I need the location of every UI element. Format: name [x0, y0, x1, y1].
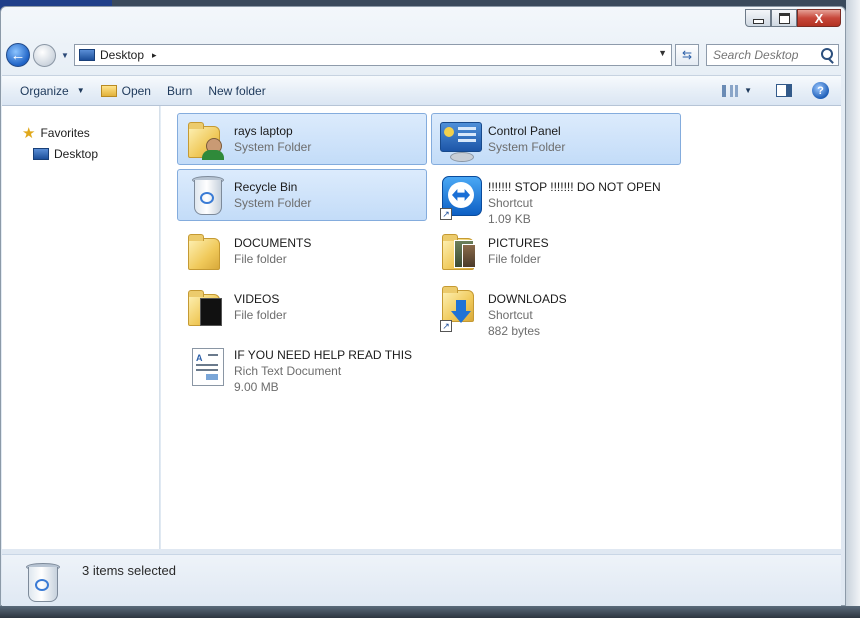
- file-list: rays laptop System Folder Control Panel …: [161, 106, 841, 549]
- item-type: Rich Text Document: [234, 364, 342, 378]
- nav-item-desktop[interactable]: Desktop: [33, 147, 98, 161]
- item-type: File folder: [488, 252, 541, 266]
- burn-label: Burn: [166, 83, 193, 98]
- pictures-folder-icon: [438, 230, 480, 274]
- teamviewer-shortcut-icon: ↗: [438, 174, 482, 220]
- help-icon[interactable]: ?: [812, 82, 829, 99]
- refresh-button[interactable]: ⇆: [675, 44, 699, 66]
- address-bar[interactable]: Desktop ▸ ▼: [74, 44, 672, 66]
- item-name: rays laptop: [234, 124, 293, 138]
- refresh-icon: ⇆: [681, 48, 693, 62]
- address-location[interactable]: Desktop: [100, 48, 144, 62]
- item-name: !!!!!!! STOP !!!!!!! DO NOT OPEN: [488, 180, 661, 194]
- nav-item-favorites[interactable]: ★ Favorites: [22, 124, 90, 142]
- views-chevron-down-icon[interactable]: ▼: [744, 86, 752, 95]
- item-type: Shortcut: [488, 196, 533, 210]
- item-name: Control Panel: [488, 124, 561, 138]
- breadcrumb-chevron-icon[interactable]: ▸: [152, 50, 157, 61]
- new-folder-button[interactable]: New folder: [200, 76, 273, 105]
- item-name: IF YOU NEED HELP READ THIS: [234, 348, 413, 362]
- new-folder-label: New folder: [208, 83, 266, 98]
- desktop-location-icon: [79, 49, 95, 61]
- item-type: File folder: [234, 252, 287, 266]
- favorites-label: Favorites: [40, 126, 90, 140]
- item-name: VIDEOS: [234, 292, 280, 306]
- item-type: Shortcut: [488, 308, 533, 322]
- search-icon[interactable]: [821, 48, 833, 60]
- file-item-control-panel[interactable]: Control Panel System Folder: [431, 113, 681, 165]
- command-bar: Organize ▼ Open Burn New folder ▼ ?: [2, 75, 841, 106]
- desktop-icon: [33, 148, 49, 160]
- maximize-icon: [778, 12, 790, 24]
- minimize-icon: [752, 18, 764, 24]
- organize-menu-button[interactable]: Organize ▼: [12, 76, 93, 105]
- toolbar-right: ▼ ?: [722, 76, 841, 105]
- file-item-rays-laptop[interactable]: rays laptop System Folder: [177, 113, 427, 165]
- item-type: System Folder: [234, 140, 312, 154]
- item-type: System Folder: [234, 196, 312, 210]
- chevron-down-icon: ▼: [76, 86, 85, 95]
- star-icon: ★: [22, 125, 36, 142]
- forward-button[interactable]: [33, 44, 56, 67]
- navigation-pane: ★ Favorites Desktop: [2, 106, 160, 549]
- item-name: DOCUMENTS: [234, 236, 312, 250]
- close-icon: X: [814, 10, 824, 26]
- open-label: Open: [121, 83, 151, 98]
- file-item-documents[interactable]: DOCUMENTS File folder: [177, 225, 427, 277]
- item-size: 9.00 MB: [234, 380, 279, 394]
- preview-pane-icon[interactable]: [776, 84, 792, 97]
- details-pane: 3 items selected: [2, 554, 841, 607]
- recycle-bin-icon: [22, 561, 62, 603]
- desktop-edge: [846, 0, 860, 606]
- recent-pages-dropdown[interactable]: ▼: [61, 51, 71, 61]
- file-item-recycle-bin[interactable]: Recycle Bin System Folder: [177, 169, 427, 221]
- file-item-pictures[interactable]: PICTURES File folder: [431, 225, 681, 277]
- videos-folder-icon: [184, 286, 226, 330]
- open-folder-icon: [100, 84, 117, 97]
- item-type: System Folder: [488, 140, 566, 154]
- item-name: PICTURES: [488, 236, 549, 250]
- item-name: DOWNLOADS: [488, 292, 567, 306]
- caption-buttons: X: [745, 9, 841, 27]
- item-name: Recycle Bin: [234, 180, 298, 194]
- address-dropdown-icon[interactable]: ▼: [658, 48, 667, 58]
- explorer-window: X ← ▼ Desktop ▸ ▼ ⇆ Organize ▼ Open Burn…: [0, 6, 846, 607]
- burn-button[interactable]: Burn: [159, 76, 200, 105]
- back-button[interactable]: ←: [6, 43, 30, 67]
- control-panel-icon: [438, 118, 482, 162]
- change-view-icon[interactable]: [722, 84, 739, 97]
- taskbar: [0, 606, 860, 618]
- desktop-label: Desktop: [54, 147, 99, 161]
- file-item-videos[interactable]: VIDEOS File folder: [177, 281, 427, 333]
- search-input[interactable]: [713, 46, 817, 64]
- selection-count: 3 items selected: [82, 563, 176, 578]
- search-box[interactable]: [706, 44, 839, 66]
- file-item-stop-shortcut[interactable]: ↗ !!!!!!! STOP !!!!!!! DO NOT OPEN Short…: [431, 169, 681, 229]
- rtf-document-icon: A: [184, 342, 226, 386]
- minimize-button[interactable]: [745, 9, 771, 27]
- maximize-button[interactable]: [771, 9, 797, 27]
- organize-label: Organize: [20, 83, 69, 98]
- recycle-bin-icon: [184, 174, 226, 218]
- file-item-help-document[interactable]: A IF YOU NEED HELP READ THIS Rich Text D…: [177, 337, 427, 397]
- item-type: File folder: [234, 308, 287, 322]
- downloads-shortcut-icon: ↗: [438, 286, 480, 332]
- item-size: 882 bytes: [488, 324, 541, 338]
- close-button[interactable]: X: [797, 9, 841, 27]
- back-arrow-icon: ←: [10, 46, 26, 64]
- item-size: 1.09 KB: [488, 212, 531, 226]
- file-item-downloads[interactable]: ↗ DOWNLOADS Shortcut 882 bytes: [431, 281, 681, 341]
- open-button[interactable]: Open: [93, 76, 159, 105]
- user-folder-icon: [184, 118, 226, 162]
- folder-icon: [184, 230, 226, 274]
